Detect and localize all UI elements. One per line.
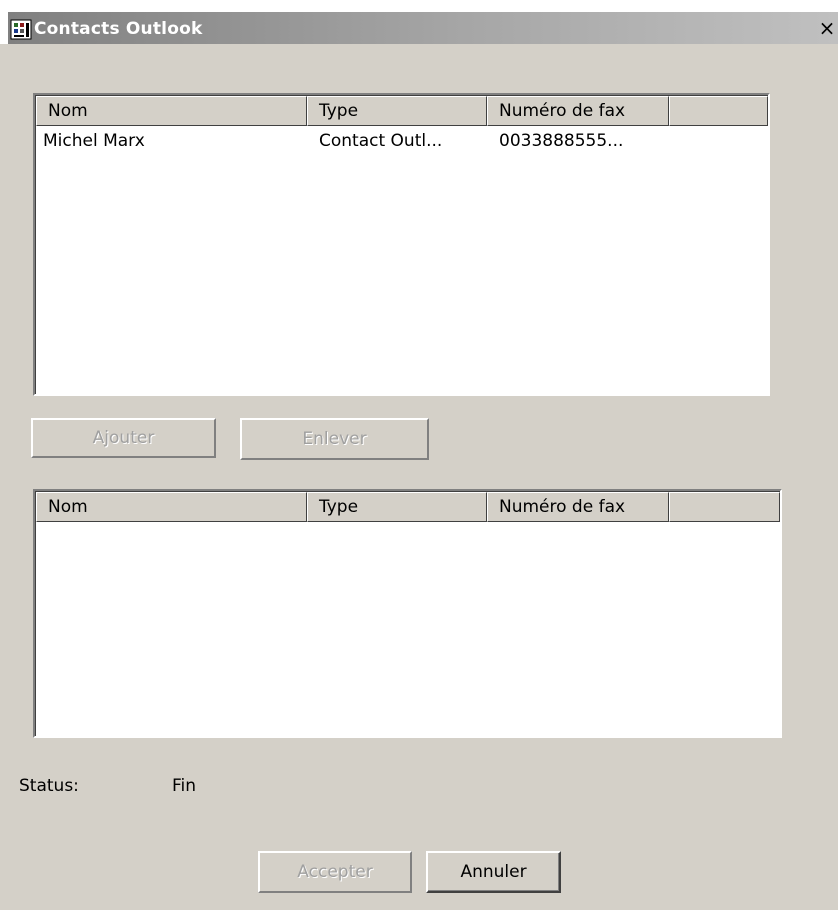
status-value: Fin [172,776,197,796]
column-header-type[interactable]: Type [307,96,487,126]
column-header-nom[interactable]: Nom [36,492,307,522]
list-item-type: Contact Outl... [319,131,443,151]
status-label: Status: [19,776,79,796]
list-header: Nom Type Numéro de fax [36,96,768,126]
enlever-button[interactable]: Enlever [240,418,429,460]
window-title: Contacts Outlook [34,19,203,39]
column-header-type[interactable]: Type [307,492,487,522]
list-item-nom: Michel Marx [43,131,145,151]
title-bar: Contacts Outlook × [0,0,838,44]
column-header-filler [669,96,768,126]
column-header-fax[interactable]: Numéro de fax [487,96,669,126]
list-item[interactable]: Michel Marx Contact Outl... 0033888555..… [36,126,768,156]
accepter-button[interactable]: Accepter [258,851,412,893]
contacts-source-list[interactable]: Nom Type Numéro de fax Michel Marx Conta… [33,93,770,396]
column-header-nom[interactable]: Nom [36,96,307,126]
list-header: Nom Type Numéro de fax [36,492,780,522]
column-header-fax[interactable]: Numéro de fax [487,492,669,522]
close-icon[interactable]: × [816,16,838,40]
annuler-button[interactable]: Annuler [426,851,561,893]
list-item-fax: 0033888555... [499,131,624,151]
ajouter-button[interactable]: Ajouter [31,418,216,458]
contacts-selected-list[interactable]: Nom Type Numéro de fax [33,489,782,738]
contacts-app-icon [10,19,32,40]
contacts-outlook-dialog: Contacts Outlook × Nom Type Numéro de fa… [0,0,838,910]
column-header-filler [669,492,780,522]
